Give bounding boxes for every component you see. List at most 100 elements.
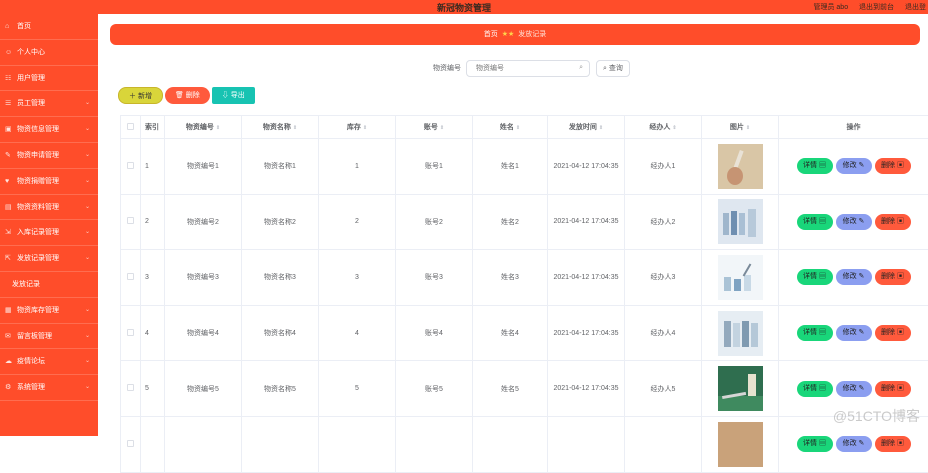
detail-button[interactable]: 详情 ▤: [797, 269, 833, 285]
edit-button[interactable]: 修改 ✎: [836, 269, 872, 285]
edit-button-label: 修改: [843, 273, 857, 280]
search-input[interactable]: [467, 61, 589, 76]
table-row: 4物资编号4物资名称44账号4姓名42021-04-12 17:04:35经办人…: [121, 305, 928, 361]
search-field[interactable]: ⌕: [466, 60, 590, 77]
logout-link[interactable]: 退出登: [905, 4, 926, 11]
thumbnail-image[interactable]: [718, 163, 763, 170]
sidebar-item[interactable]: ☁疫情论坛⌄: [0, 349, 98, 375]
row-delete-button[interactable]: 删除 ▣: [875, 436, 911, 452]
sidebar-item[interactable]: ▣物资信息管理⌄: [0, 117, 98, 143]
sort-icon[interactable]: ⇕: [440, 125, 444, 131]
cell-text: 4: [355, 330, 359, 337]
detail-button[interactable]: 详情 ▤: [797, 158, 833, 174]
select-all-checkbox[interactable]: [121, 116, 141, 139]
sidebar-item[interactable]: ⚙系统管理⌄: [0, 375, 98, 401]
sidebar-item[interactable]: 发放记录: [0, 272, 98, 298]
sidebar-item[interactable]: ✎物资申请管理⌄: [0, 143, 98, 169]
col-image[interactable]: 图片⇕: [702, 116, 779, 139]
cell-time: 2021-04-12 17:04:35: [548, 361, 625, 417]
cell-stock: 5: [319, 361, 396, 417]
row-delete-button[interactable]: 删除 ▣: [875, 158, 911, 174]
sort-icon[interactable]: ⇕: [672, 125, 676, 131]
search-icon: ⌕: [579, 64, 583, 72]
cell-image: [702, 361, 779, 417]
row-delete-button[interactable]: 删除 ▣: [875, 214, 911, 230]
col-account[interactable]: 账号⇕: [396, 116, 473, 139]
sidebar-item[interactable]: ♥物资捐赠管理⌄: [0, 169, 98, 195]
edit-button[interactable]: 修改 ✎: [836, 436, 872, 452]
checkbox[interactable]: [127, 162, 134, 169]
thumbnail-image[interactable]: [718, 219, 763, 226]
detail-button[interactable]: 详情 ▤: [797, 436, 833, 452]
checkbox[interactable]: [127, 384, 134, 391]
exit-front-link[interactable]: 退出到前台: [859, 4, 894, 11]
col-name[interactable]: 物资名称⇕: [242, 116, 319, 139]
sidebar-item-label: 用户管理: [17, 75, 45, 82]
row-checkbox[interactable]: [121, 416, 141, 472]
row-checkbox[interactable]: [121, 250, 141, 306]
query-button[interactable]: ⌕ 查询: [596, 60, 630, 77]
row-delete-button[interactable]: 删除 ▣: [875, 269, 911, 285]
checkbox[interactable]: [127, 123, 134, 130]
detail-button[interactable]: 详情 ▤: [797, 214, 833, 230]
checkbox[interactable]: [127, 440, 134, 447]
row-checkbox[interactable]: [121, 305, 141, 361]
sort-icon[interactable]: ⇕: [746, 125, 750, 131]
sidebar-item[interactable]: ☷用户管理: [0, 66, 98, 92]
sort-icon[interactable]: ⇕: [293, 125, 297, 131]
detail-button[interactable]: 详情 ▤: [797, 325, 833, 341]
cell-index: [141, 416, 165, 472]
sidebar-item[interactable]: ⇱发放记录管理⌄: [0, 246, 98, 272]
sidebar-item[interactable]: ⌂首页: [0, 14, 98, 40]
thumbnail-image[interactable]: [718, 386, 763, 393]
col-stock[interactable]: 库存⇕: [319, 116, 396, 139]
sidebar-item[interactable]: ▦物资库存管理⌄: [0, 298, 98, 324]
checkbox[interactable]: [127, 217, 134, 224]
add-button[interactable]: ＋ 新增: [118, 87, 163, 104]
cell-text: 2021-04-12 17:04:35: [554, 274, 619, 281]
col-image-label: 图片: [730, 124, 744, 131]
row-checkbox[interactable]: [121, 194, 141, 250]
thumbnail-image[interactable]: [718, 330, 763, 337]
edit-button[interactable]: 修改 ✎: [836, 158, 872, 174]
checkbox[interactable]: [127, 273, 134, 280]
thumbnail-image[interactable]: [718, 441, 763, 448]
cell-text: 物资名称4: [264, 330, 296, 337]
cell-time: 2021-04-12 17:04:35: [548, 139, 625, 195]
sidebar-item[interactable]: ▤物资资料管理⌄: [0, 195, 98, 221]
sidebar-item[interactable]: ⇲入库记录管理⌄: [0, 220, 98, 246]
col-person[interactable]: 姓名⇕: [473, 116, 548, 139]
edit-button-label: 修改: [843, 385, 857, 392]
cell-text: 2021-04-12 17:04:35: [554, 385, 619, 392]
edit-button[interactable]: 修改 ✎: [836, 381, 872, 397]
cell-text: 物资名称1: [264, 163, 296, 170]
sort-icon[interactable]: ⇕: [599, 125, 603, 131]
sort-icon[interactable]: ⇕: [216, 125, 220, 131]
export-button[interactable]: ⇩ 导出: [212, 87, 255, 104]
row-delete-button[interactable]: 删除 ▣: [875, 381, 911, 397]
stock-icon: ▦: [5, 298, 12, 324]
cell-handler: 经办人5: [625, 361, 702, 417]
delete-button[interactable]: 🗑 删除: [165, 87, 210, 104]
sidebar-item[interactable]: ✉留言板管理⌄: [0, 324, 98, 350]
sidebar-item[interactable]: ☰员工管理⌄: [0, 91, 98, 117]
detail-button[interactable]: 详情 ▤: [797, 381, 833, 397]
col-time[interactable]: 发放时间⇕: [548, 116, 625, 139]
checkbox[interactable]: [127, 329, 134, 336]
col-handler[interactable]: 经办人⇕: [625, 116, 702, 139]
edit-button[interactable]: 修改 ✎: [836, 214, 872, 230]
breadcrumb-home[interactable]: 首页: [484, 31, 498, 38]
sort-icon[interactable]: ⇕: [363, 125, 367, 131]
settings-icon: ⚙: [5, 375, 11, 401]
trash-icon: ▣: [897, 329, 904, 336]
col-code[interactable]: 物资编号⇕: [165, 116, 242, 139]
sidebar-item[interactable]: ☺个人中心: [0, 40, 98, 66]
thumbnail-image[interactable]: [718, 274, 763, 281]
row-checkbox[interactable]: [121, 361, 141, 417]
sidebar: ⌂首页☺个人中心☷用户管理☰员工管理⌄▣物资信息管理⌄✎物资申请管理⌄♥物资捐赠…: [0, 14, 98, 436]
main-content: 首页 ★★ 发放记录 物资编号 ⌕ ⌕ 查询 ＋ 新增 🗑 删除 ⇩ 导出 索引…: [98, 14, 928, 436]
row-delete-button[interactable]: 删除 ▣: [875, 325, 911, 341]
edit-button[interactable]: 修改 ✎: [836, 325, 872, 341]
sort-icon[interactable]: ⇕: [516, 125, 520, 131]
row-checkbox[interactable]: [121, 139, 141, 195]
